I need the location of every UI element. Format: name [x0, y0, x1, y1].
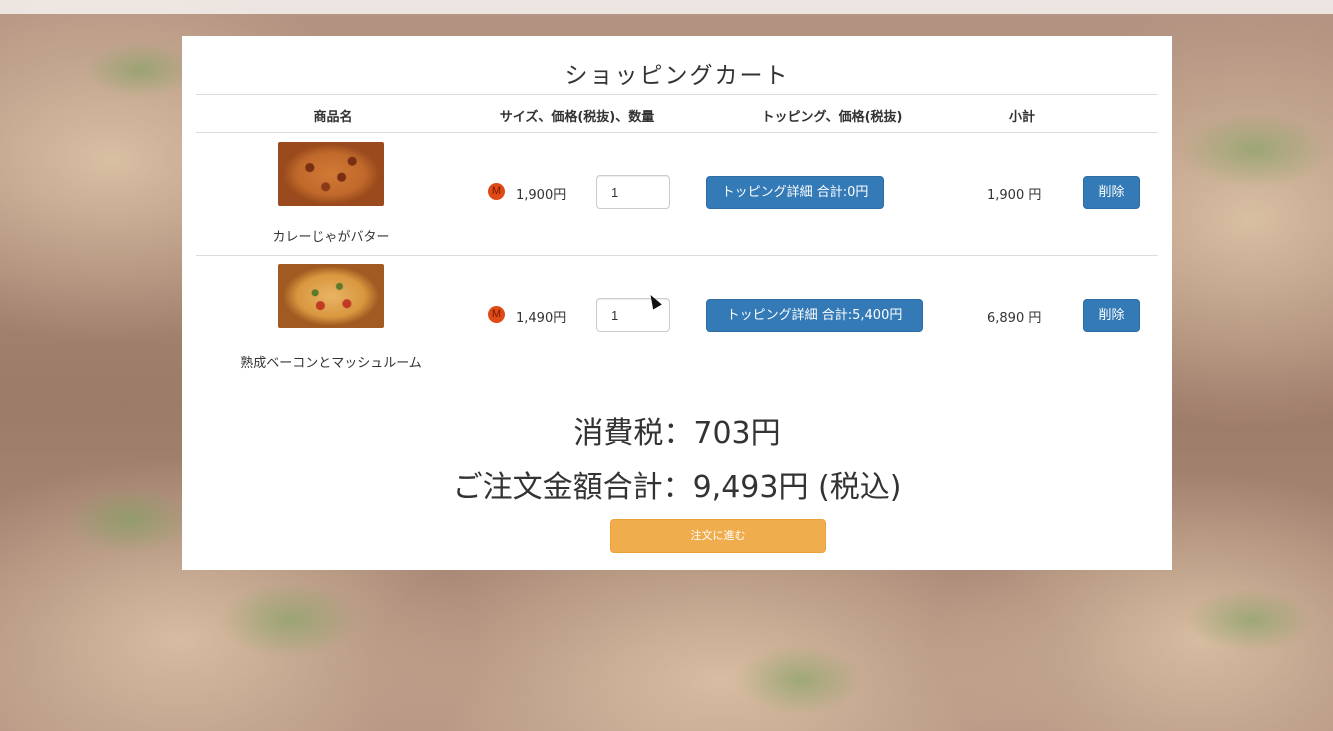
- pizza-image: [278, 142, 384, 206]
- delete-button[interactable]: 削除: [1083, 176, 1140, 209]
- page-title: ショッピングカート: [564, 63, 790, 89]
- topping-detail-button[interactable]: トッピング詳細 合計:0円: [706, 176, 884, 209]
- item-name: カレーじゃがバター: [272, 230, 390, 245]
- item-subtotal: 6,890 円: [987, 311, 1042, 326]
- table-row: 熟成ベーコンとマッシュルーム M 1,490円 トッピング詳細 合計:5,400…: [182, 255, 1172, 385]
- proceed-to-order-button[interactable]: 注文に進む: [610, 519, 826, 553]
- top-strip: [0, 0, 1333, 14]
- header-item-name: 商品名: [313, 110, 353, 125]
- header-topping-price: トッピング、価格(税抜): [761, 110, 903, 125]
- quantity-input[interactable]: [596, 175, 670, 209]
- pizza-image: [278, 264, 384, 328]
- item-price: 1,490円: [516, 311, 567, 326]
- item-subtotal: 1,900 円: [987, 188, 1042, 203]
- size-badge: M: [488, 306, 505, 323]
- header-size-price-qty: サイズ、価格(税抜)、数量: [499, 110, 655, 125]
- size-badge: M: [488, 183, 505, 200]
- tax-amount: 消費税：703円: [573, 416, 781, 451]
- cart-panel: ショッピングカート 商品名 サイズ、価格(税抜)、数量 トッピング、価格(税抜)…: [182, 36, 1172, 570]
- topping-detail-button[interactable]: トッピング詳細 合計:5,400円: [706, 299, 923, 332]
- divider: [196, 94, 1158, 95]
- table-row: カレーじゃがバター M 1,900円 トッピング詳細 合計:0円 1,900 円…: [182, 132, 1172, 255]
- order-total: ご注文金額合計：9,493円 (税込): [452, 470, 902, 505]
- header-subtotal: 小計: [1008, 110, 1035, 125]
- item-price: 1,900円: [516, 188, 567, 203]
- item-name: 熟成ベーコンとマッシュルーム: [240, 356, 422, 371]
- delete-button[interactable]: 削除: [1083, 299, 1140, 332]
